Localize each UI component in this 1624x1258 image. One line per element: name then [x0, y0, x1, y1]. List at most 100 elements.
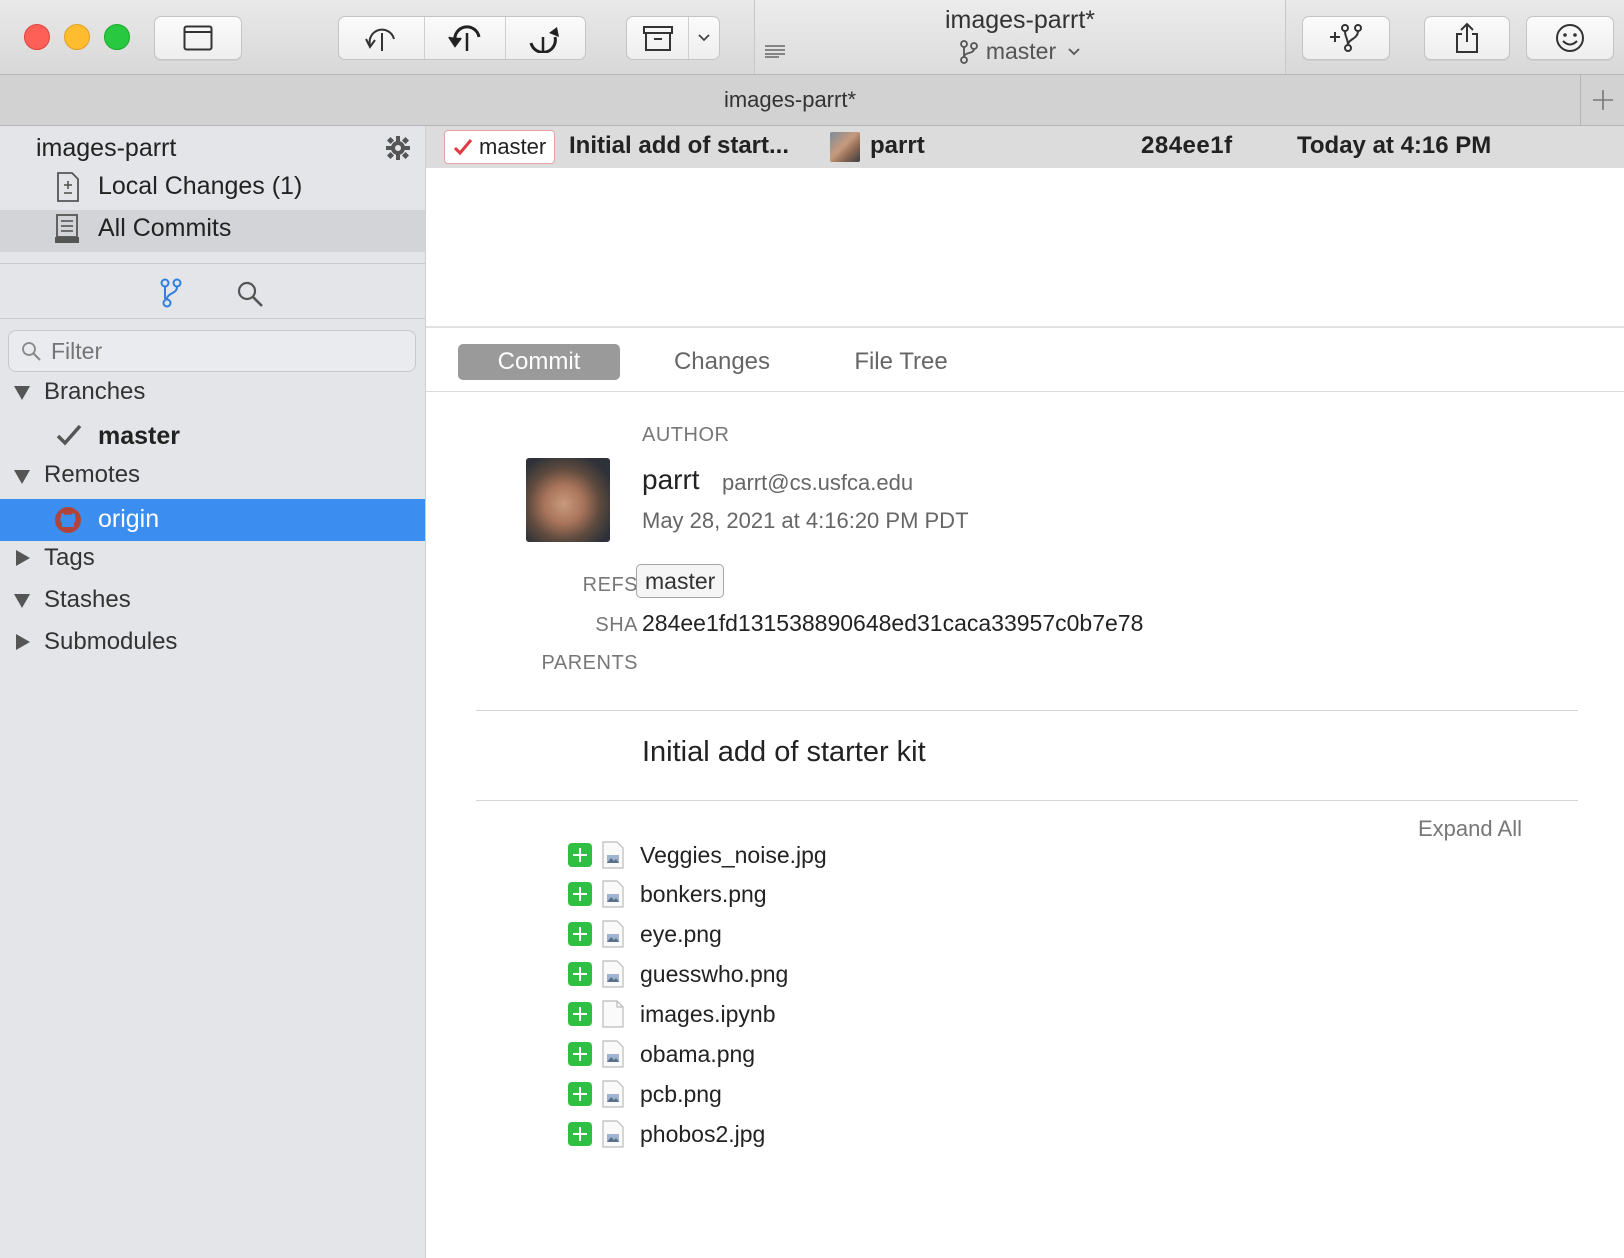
disclosure-expanded-icon[interactable] [14, 594, 30, 608]
changed-file-row[interactable]: Veggies_noise.jpg [568, 837, 827, 873]
archive-box-icon [642, 26, 673, 51]
commit-sha-short: 284ee1f [1141, 132, 1233, 159]
section-divider [476, 800, 1578, 801]
filter-input[interactable] [49, 335, 403, 367]
sidebar-item-label: Local Changes (1) [98, 172, 303, 200]
chevron-down-icon [1068, 47, 1080, 55]
branch-icon [959, 39, 978, 64]
filter-field[interactable] [8, 330, 416, 372]
close-window-button[interactable] [24, 24, 50, 50]
changed-file-row[interactable]: eye.png [568, 916, 722, 952]
gear-icon[interactable] [386, 136, 410, 160]
search-icon[interactable] [236, 280, 264, 308]
section-divider [476, 710, 1578, 711]
document-file-icon [602, 1000, 624, 1028]
sha-label: SHA [595, 614, 638, 636]
image-file-icon [602, 880, 624, 908]
expand-all-button[interactable]: Expand All [1418, 816, 1522, 842]
sidebar: images-parrt Local Changes (1) All Commi… [0, 126, 426, 1258]
added-icon [568, 843, 592, 867]
pull-button[interactable] [425, 17, 506, 59]
section-remotes[interactable]: Remotes [44, 461, 140, 489]
refs-badge[interactable]: master [636, 564, 725, 598]
tab-changes[interactable]: Changes [662, 344, 782, 380]
sidebar-divider [0, 263, 425, 264]
sidebar-item-branch-master[interactable]: master [0, 416, 425, 458]
sidebar-item-label: origin [98, 505, 160, 533]
tab-commit[interactable]: Commit [458, 344, 620, 380]
file-name: guesswho.png [640, 960, 789, 987]
changed-file-row[interactable]: guesswho.png [568, 956, 788, 992]
image-file-icon [602, 1040, 624, 1068]
share-icon [1456, 22, 1478, 53]
disclosure-collapsed-icon[interactable] [16, 634, 30, 650]
push-icon [529, 27, 560, 53]
create-branch-button[interactable] [1302, 16, 1390, 60]
sidebar-item-remote-origin[interactable]: origin [0, 499, 425, 541]
feedback-button[interactable] [1526, 16, 1614, 60]
file-name: bonkers.png [640, 880, 767, 907]
section-submodules[interactable]: Submodules [44, 628, 177, 656]
window-title-area: images-parrt* master [754, 0, 1286, 74]
minimize-window-button[interactable] [64, 24, 90, 50]
window-icon [183, 25, 213, 51]
pull-icon [448, 25, 481, 51]
sidebar-item-all-commits[interactable]: All Commits [0, 210, 425, 252]
stash-menu-button[interactable] [689, 17, 719, 59]
file-name: images.ipynb [640, 1000, 776, 1027]
added-icon [568, 1122, 592, 1146]
added-icon [568, 1082, 592, 1106]
section-branches[interactable]: Branches [44, 378, 145, 406]
plus-icon [1593, 90, 1613, 110]
sync-button-group [338, 16, 586, 60]
branches-view-icon[interactable] [160, 278, 182, 308]
section-tags[interactable]: Tags [44, 544, 95, 572]
commit-history-icon [55, 214, 79, 243]
fetch-icon [364, 28, 395, 51]
commit-date-full: May 28, 2021 at 4:16:20 PM PDT [642, 508, 969, 533]
branch-selector[interactable]: master [755, 38, 1285, 65]
fetch-button[interactable] [339, 17, 426, 59]
stash-button[interactable] [627, 17, 690, 59]
search-icon [22, 342, 41, 361]
section-stashes[interactable]: Stashes [44, 586, 131, 614]
tab-repository[interactable]: images-parrt* [0, 87, 1580, 113]
sidebar-item-local-changes[interactable]: Local Changes (1) [0, 168, 425, 210]
commit-row[interactable]: master Initial add of start... parrt 284… [426, 126, 1624, 168]
sidebar-item-label: All Commits [98, 214, 232, 242]
add-branch-icon [1330, 24, 1362, 52]
share-button[interactable] [1424, 16, 1510, 60]
changed-file-row[interactable]: images.ipynb [568, 996, 776, 1032]
author-email[interactable]: parrt@cs.usfca.edu [722, 470, 913, 496]
checkmark-icon [453, 139, 473, 156]
changed-file-row[interactable]: phobos2.jpg [568, 1116, 765, 1152]
image-file-icon [602, 1080, 624, 1108]
disclosure-expanded-icon[interactable] [14, 386, 30, 400]
commit-message: Initial add of start... [569, 132, 790, 159]
added-icon [568, 882, 592, 906]
tab-bar: images-parrt* [0, 75, 1624, 126]
tab-divider [426, 391, 1624, 392]
refs-label: REFS [582, 574, 638, 596]
changed-file-row[interactable]: pcb.png [568, 1076, 722, 1112]
changed-file-row[interactable]: bonkers.png [568, 876, 767, 912]
repo-name: images-parrt [36, 134, 177, 162]
commit-message-full: Initial add of starter kit [642, 736, 926, 768]
sidebar-divider [0, 318, 425, 319]
author-label: AUTHOR [642, 424, 730, 446]
tab-file-tree[interactable]: File Tree [836, 344, 966, 380]
added-icon [568, 1002, 592, 1026]
show-sidebar-button[interactable] [154, 16, 242, 60]
added-icon [568, 1042, 592, 1066]
changed-file-row[interactable]: obama.png [568, 1036, 755, 1072]
push-button[interactable] [506, 17, 585, 59]
ref-badge-label: master [479, 134, 547, 159]
pane-divider [426, 326, 1624, 328]
title-bar: images-parrt* master [0, 0, 1624, 75]
disclosure-collapsed-icon[interactable] [16, 550, 30, 566]
disclosure-expanded-icon[interactable] [14, 470, 30, 484]
smiley-icon [1556, 24, 1584, 52]
zoom-window-button[interactable] [104, 24, 130, 50]
branch-name: master [985, 38, 1057, 64]
new-tab-button[interactable] [1580, 75, 1624, 125]
